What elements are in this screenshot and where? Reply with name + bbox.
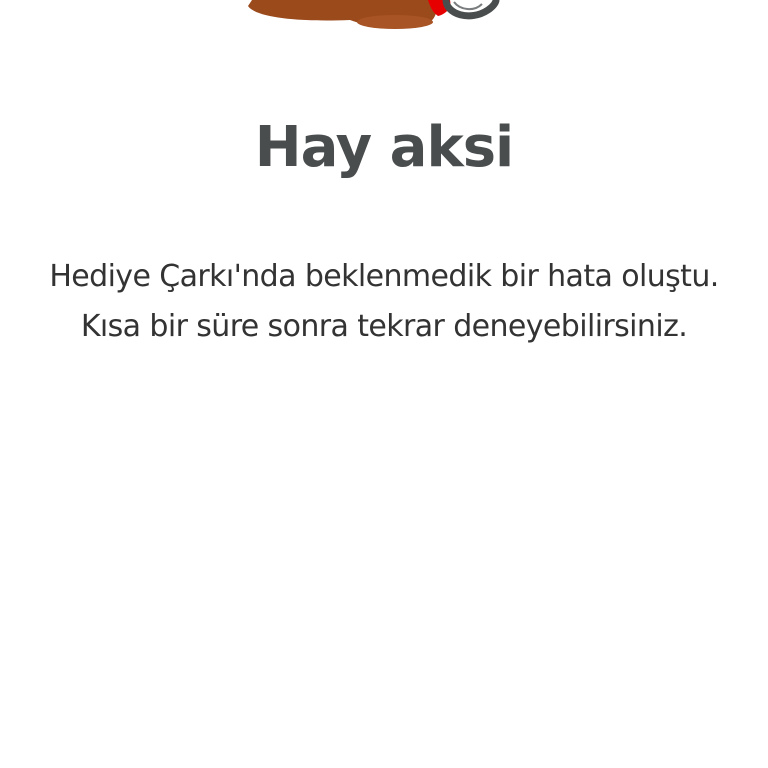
error-screen: Hay aksi Hediye Çarkı'nda beklenmedik bi… bbox=[0, 0, 768, 768]
error-message-line-1: Hediye Çarkı'nda beklenmedik bir hata ol… bbox=[49, 259, 719, 294]
error-message-line-2: Kısa bir süre sonra tekrar deneyebilirsi… bbox=[80, 309, 688, 344]
error-title: Hay aksi bbox=[254, 115, 515, 180]
spilled-drink-icon bbox=[248, 0, 500, 29]
error-message: Hediye Çarkı'nda beklenmedik bir hata ol… bbox=[20, 252, 748, 352]
